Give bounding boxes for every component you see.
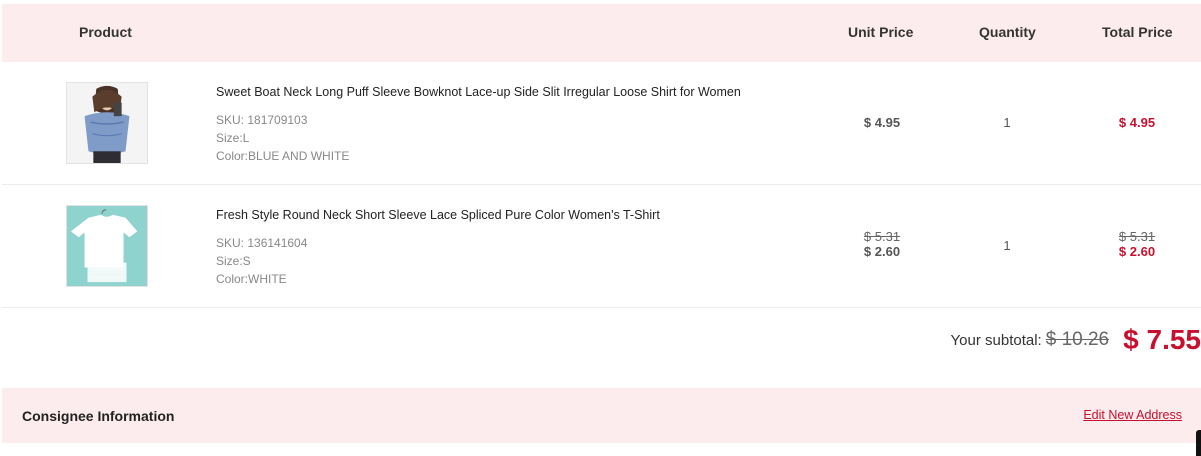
subtotal-original: $ 10.26 [1045, 329, 1110, 350]
total-price: $ 2.60 [1118, 244, 1156, 259]
cart-table: Product Unit Price Quantity Total Price … [2, 4, 1201, 308]
quantity-value: 1 [1003, 115, 1011, 130]
table-row: Sweet Boat Neck Long Puff Sleeve Bowknot… [2, 62, 1201, 185]
header-product: Product [79, 24, 132, 40]
total-price-original: $ 5.31 [1118, 229, 1156, 244]
header-unit-price: Unit Price [848, 24, 914, 40]
header-total-price: Total Price [1102, 24, 1173, 40]
product-color: Color:WHITE [216, 272, 287, 286]
unit-price-block: $ 5.31 $ 2.60 [837, 229, 927, 259]
subtotal-value: $ 7.55 [1123, 324, 1201, 355]
consignee-title: Consignee Information [22, 408, 175, 424]
unit-price-original: $ 5.31 [863, 229, 901, 244]
product-info: Fresh Style Round Neck Short Sleeve Lace… [216, 207, 816, 288]
total-price: $ 4.95 [1118, 115, 1156, 130]
product-image[interactable] [66, 82, 148, 164]
product-info: Sweet Boat Neck Long Puff Sleeve Bowknot… [216, 84, 816, 165]
header-quantity: Quantity [979, 24, 1036, 40]
edit-new-address-link[interactable]: Edit New Address [1083, 408, 1182, 422]
quantity-value: 1 [1003, 238, 1011, 253]
product-color: Color:BLUE AND WHITE [216, 149, 350, 163]
total-price-block: $ 5.31 $ 2.60 [1092, 229, 1182, 259]
table-header: Product Unit Price Quantity Total Price [2, 4, 1201, 62]
product-size: Size:L [216, 131, 250, 145]
product-sku: SKU: 136141604 [216, 236, 308, 250]
scroll-handle[interactable] [1196, 430, 1201, 456]
unit-price: $ 4.95 [863, 115, 901, 130]
product-title[interactable]: Sweet Boat Neck Long Puff Sleeve Bowknot… [216, 84, 816, 100]
product-title[interactable]: Fresh Style Round Neck Short Sleeve Lace… [216, 207, 816, 223]
product-size: Size:S [216, 254, 251, 268]
consignee-header: Consignee Information Edit New Address [2, 388, 1201, 443]
subtotal-label: Your subtotal: [950, 331, 1042, 349]
product-image[interactable] [66, 205, 148, 287]
subtotal: Your subtotal: $ 10.26 $ 7.55 [951, 322, 1201, 358]
product-sku: SKU: 181709103 [216, 113, 308, 127]
unit-price: $ 2.60 [863, 244, 901, 259]
table-row: Fresh Style Round Neck Short Sleeve Lace… [2, 185, 1201, 308]
